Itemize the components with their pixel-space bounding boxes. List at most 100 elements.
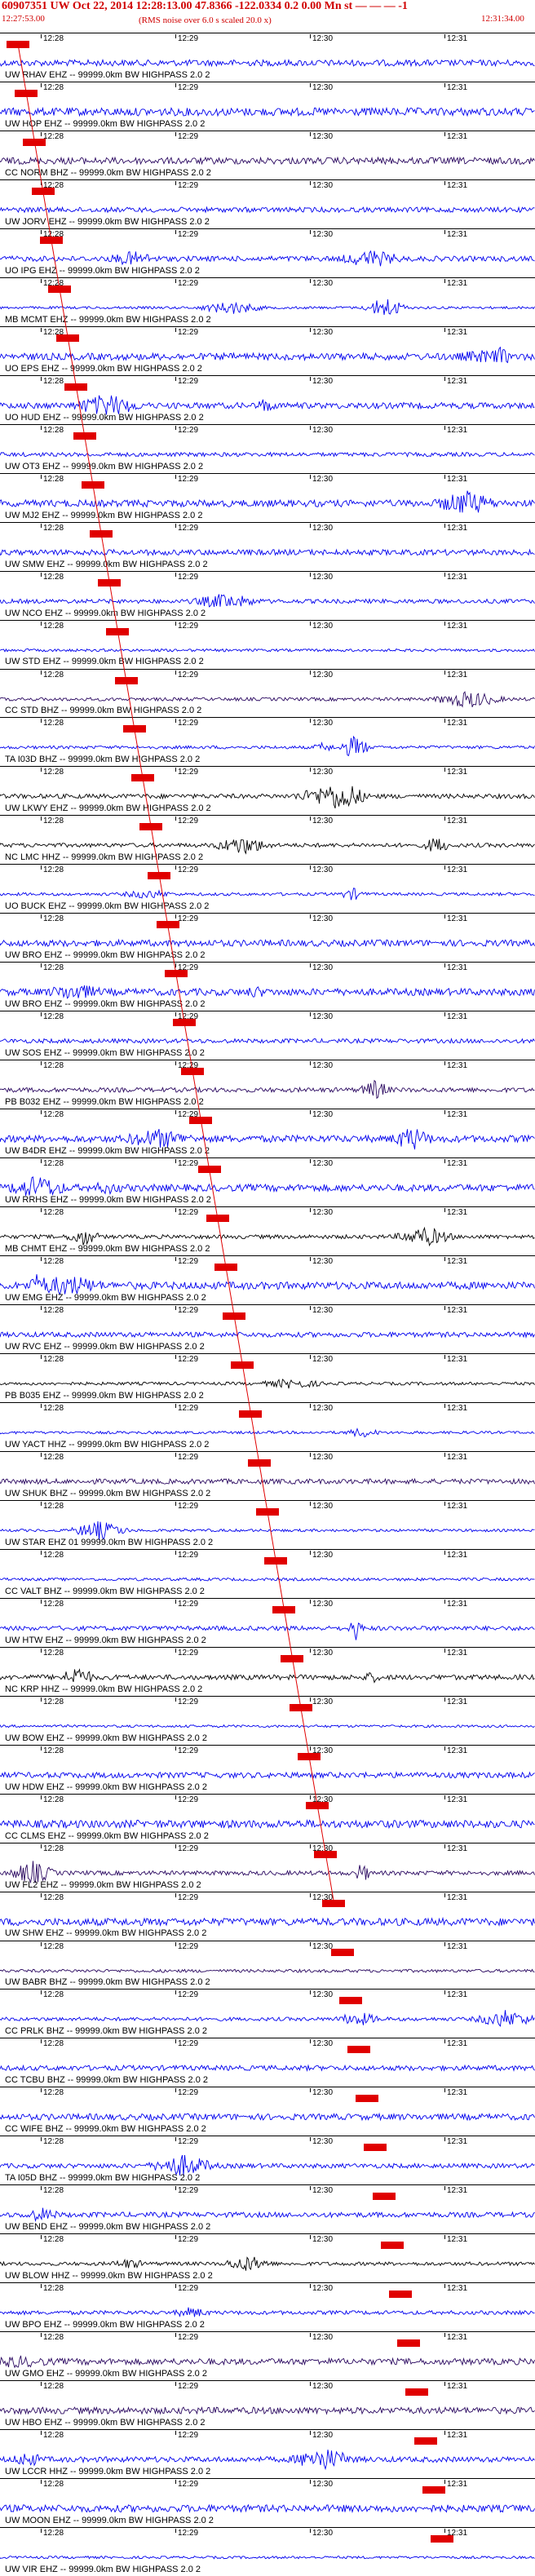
trace-row: 12:28 12:29 12:30 12:31 MB CHMT EHZ -- 99999… (0, 1206, 535, 1255)
arrival-pick-marker (297, 1752, 321, 1760)
trace-row: 12:28 12:29 12:30 12:31 UW VIR EHZ -- 99999.… (0, 2527, 535, 2576)
trace-row: 12:28 12:29 12:30 12:31 CC NORM BHZ -- 99999… (0, 130, 535, 179)
arrival-pick-marker (197, 1166, 221, 1174)
waveform-line (0, 839, 535, 856)
arrival-pick-marker (330, 1948, 354, 1956)
waveform-line (0, 1818, 535, 1829)
waveform-line (0, 887, 535, 901)
trace-row: 12:28 12:29 12:30 12:31 CC CLMS EHZ -- 99999… (0, 1793, 535, 1843)
arrival-pick-marker (214, 1264, 237, 1272)
trace-label: UO IPG EHZ -- 99999.0km BW HIGHPASS 2.0 … (5, 265, 200, 276)
trace-row: 12:28 12:29 12:30 12:31 UW LCCR HHZ -- 99999… (0, 2429, 535, 2478)
trace-label: TA I03D BHZ -- 99999.0km BW HIGHPASS 2.0… (5, 755, 201, 765)
arrival-pick-marker (172, 1019, 196, 1027)
arrival-pick-marker (422, 2486, 445, 2494)
trace-label: MB MCMT EHZ -- 99999.0km BW HIGHPASS 2.0… (5, 314, 211, 325)
arrival-pick-marker (139, 823, 163, 831)
waveform-line (0, 106, 535, 117)
start-time: 12:27:53.00 (2, 14, 45, 24)
trace-label: UW VIR EHZ -- 99999.0km BW HIGHPASS 2.0 … (5, 2564, 201, 2574)
waveform-line (0, 1967, 535, 1973)
arrival-pick-marker (347, 2046, 371, 2054)
arrival-pick-marker (114, 676, 138, 684)
arrival-pick-marker (64, 383, 88, 391)
trace-row: 12:28 12:29 12:30 12:31 UW BRO EHZ -- 99999.… (0, 962, 535, 1011)
trace-row: 12:28 12:29 12:30 12:31 CC PRLK BHZ -- 99999… (0, 1989, 535, 2038)
trace-label: UW LKWY EHZ -- 99999.0km BW HIGHPASS 2.0… (5, 803, 211, 814)
trace-row: 12:28 12:29 12:30 12:31 UW BPO EHZ -- 99999.… (0, 2282, 535, 2331)
arrival-pick-marker (47, 285, 71, 293)
event-title: 60907351 UW Oct 22, 2014 12:28:13.00 47.… (2, 0, 408, 12)
waveform-line (0, 1274, 535, 1295)
arrival-pick-marker (314, 1850, 338, 1858)
waveform-line (0, 1379, 535, 1389)
trace-label: UW BLOW HHZ -- 99999.0km BW HIGHPASS 2.0… (5, 2271, 213, 2282)
trace-row: 12:28 12:29 12:30 12:31 TA I05D BHZ -- 99999… (0, 2136, 535, 2184)
arrival-pick-marker (39, 236, 63, 244)
trace-label: UW NCO EHZ -- 99999.0km BW HIGHPASS 2.0 … (5, 608, 206, 618)
trace-label: UW EMG EHZ -- 99999.0km BW HIGHPASS 2.0 … (5, 1292, 206, 1303)
trace-label: UW GMO EHZ -- 99999.0km BW HIGHPASS 2.0 … (5, 2369, 207, 2379)
trace-row: 12:28 12:29 12:30 12:31 UW SOS EHZ -- 99999.… (0, 1011, 535, 1060)
trace-row: 12:28 12:29 12:30 12:31 UW RRHS EHZ -- 99999… (0, 1157, 535, 1206)
arrival-pick-marker (289, 1703, 312, 1711)
trace-label: CC VALT BHZ -- 99999.0km BW HIGHPASS 2.0… (5, 1586, 205, 1596)
trace-row: 12:28 12:29 12:30 12:31 UO IPG EHZ -- 99999.… (0, 228, 535, 277)
trace-label: UW RRHS EHZ -- 99999.0km BW HIGHPASS 2.0… (5, 1195, 211, 1206)
trace-row: 12:28 12:29 12:30 12:31 CC VALT BHZ -- 99999… (0, 1548, 535, 1598)
arrival-pick-marker (306, 1801, 329, 1809)
trace-label: CC STD BHZ -- 99999.0km BW HIGHPASS 2.0 … (5, 706, 202, 716)
trace-label: UW MOON EHZ -- 99999.0km BW HIGHPASS 2.0… (5, 2516, 214, 2526)
trace-row: 12:28 12:29 12:30 12:31 CC TCBU BHZ -- 99999… (0, 2038, 535, 2087)
trace-row: 12:28 12:29 12:30 12:31 UW RHAV EHZ -- 99999… (0, 33, 535, 82)
trace-label: UW HDW EHZ -- 99999.0km BW HIGHPASS 2.0 … (5, 1782, 207, 1792)
trace-row: 12:28 12:29 12:30 12:31 NC KRP HHZ -- 99999.… (0, 1646, 535, 1696)
trace-label: UW STAR EHZ 01 99999.0km BW HIGHPASS 2.0… (5, 1537, 214, 1547)
trace-label: UW RVC EHZ -- 99999.0km BW HIGHPASS 2.0 … (5, 1341, 205, 1352)
waveform-line (0, 938, 535, 948)
arrival-pick-marker (364, 2144, 387, 2152)
waveform-line (0, 1330, 535, 1339)
waveform-line (0, 2307, 535, 2318)
trace-row: 12:28 12:29 12:30 12:31 UO HUD EHZ -- 99999.… (0, 374, 535, 424)
trace-row: 12:28 12:29 12:30 12:31 MB MCMT EHZ -- 99999… (0, 277, 535, 326)
arrival-pick-marker (98, 578, 122, 586)
arrival-pick-marker (322, 1899, 346, 1907)
trace-row: 12:28 12:29 12:30 12:31 UW GMO EHZ -- 99999.… (0, 2331, 535, 2380)
waveform-line (0, 547, 535, 556)
arrival-pick-marker (239, 1410, 263, 1418)
trace-row: 12:28 12:29 12:30 12:31 UO BUCK EHZ -- 99999… (0, 864, 535, 913)
waveform-line (0, 2503, 535, 2514)
waveform-line (0, 648, 535, 653)
trace-label: UW HOP EHZ -- 99999.0km BW HIGHPASS 2.0 … (5, 118, 206, 129)
trace-row: 12:28 12:29 12:30 12:31 UW STAR EHZ 01 99999… (0, 1499, 535, 1549)
trace-label: UO HUD EHZ -- 99999.0km BW HIGHPASS 2.0 … (5, 412, 204, 423)
trace-row: 12:28 12:29 12:30 12:31 UW HTW EHZ -- 99999.… (0, 1597, 535, 1647)
waveform-line (0, 985, 535, 1000)
trace-row: 12:28 12:29 12:30 12:31 UW NCO EHZ -- 99999.… (0, 570, 535, 620)
waveform-line (0, 1226, 535, 1247)
trace-label: NC KRP HHZ -- 99999.0km BW HIGHPASS 2.0 … (5, 1684, 203, 1694)
trace-label: UW LCCR HHZ -- 99999.0km BW HIGHPASS 2.0… (5, 2467, 211, 2477)
waveform-line (0, 395, 535, 415)
waveform-line (0, 1770, 535, 1779)
arrival-pick-marker (405, 2388, 429, 2397)
arrival-pick-marker (389, 2291, 413, 2299)
trace-row: 12:28 12:29 12:30 12:31 UW LKWY EHZ -- 99999… (0, 766, 535, 815)
trace-label: CC WIFE BHZ -- 99999.0km BW HIGHPASS 2.0… (5, 2124, 206, 2135)
waveform-line (0, 1724, 535, 1728)
waveform-line (0, 1427, 535, 1438)
waveform-line (0, 2113, 535, 2122)
trace-row: 12:28 12:29 12:30 12:31 CC STD BHZ -- 99999.… (0, 668, 535, 718)
arrival-pick-marker (247, 1458, 271, 1467)
arrival-pick-marker (81, 480, 104, 489)
arrival-pick-marker (31, 187, 55, 195)
trace-label: UW HBO EHZ -- 99999.0km BW HIGHPASS 2.0 … (5, 2418, 206, 2428)
trace-label: TA I05D BHZ -- 99999.0km BW HIGHPASS 2.0… (5, 2173, 201, 2184)
trace-row: 12:28 12:29 12:30 12:31 UO EPS EHZ -- 99999.… (0, 325, 535, 375)
trace-label: UW JORV EHZ -- 99999.0km BW HIGHPASS 2.0… (5, 216, 210, 227)
trace-row: 12:28 12:29 12:30 12:31 UW JORV EHZ -- 99999… (0, 179, 535, 228)
seismogram-traces: 12:28 12:29 12:30 12:31 UW RHAV EHZ -- 99999… (0, 33, 535, 2576)
arrival-pick-marker (189, 1117, 213, 1125)
trace-label: UW OT3 EHZ -- 99999.0km BW HIGHPASS 2.0 … (5, 461, 204, 471)
